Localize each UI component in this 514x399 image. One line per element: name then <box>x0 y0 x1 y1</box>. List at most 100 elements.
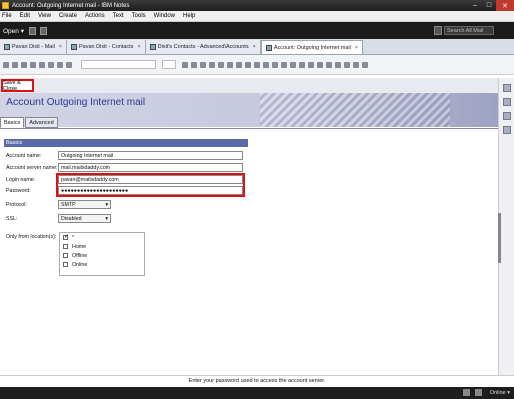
minimize-button[interactable]: – <box>468 0 482 11</box>
close-button[interactable]: ✕ <box>496 0 514 11</box>
protocol-select[interactable]: SMTP ▾ <box>58 200 111 209</box>
title-bar: Account: Outgoing Internet mail - IBM No… <box>0 0 514 11</box>
form-header-banner: Account Outgoing Internet mail <box>0 93 498 127</box>
replication-icon[interactable] <box>475 389 482 396</box>
font-size-dropdown[interactable] <box>162 60 176 69</box>
checkbox-online[interactable] <box>63 262 68 267</box>
link-icon[interactable] <box>299 61 305 68</box>
activities-icon[interactable] <box>502 112 511 120</box>
menu-window[interactable]: Window <box>154 13 175 19</box>
editing-toolbar <box>0 55 514 75</box>
outdent-icon[interactable] <box>254 61 260 68</box>
bold-icon[interactable] <box>182 61 188 68</box>
chevron-down-icon: ▾ <box>105 215 108 222</box>
cut-icon[interactable] <box>3 61 9 68</box>
account-name-field[interactable]: Outgoing Internet mail <box>58 151 243 160</box>
attach-icon[interactable] <box>326 61 332 68</box>
document-icon <box>149 44 156 50</box>
save-close-button[interactable]: Save & Close <box>1 79 34 92</box>
form-body: Basics Account name: Outgoing Internet m… <box>0 128 498 375</box>
menu-create[interactable]: Create <box>59 13 77 19</box>
tab-accounts[interactable]: Dixit's Contacts - Advanced\Accounts × <box>145 40 261 54</box>
tab-advanced[interactable]: Advanced <box>25 117 58 128</box>
status-hint: Enter your password used to access the a… <box>0 375 514 387</box>
search-scope-icon[interactable] <box>434 26 442 35</box>
menu-tools[interactable]: Tools <box>132 13 146 19</box>
style-icon[interactable] <box>353 61 359 68</box>
tab-basics[interactable]: Basics <box>0 117 25 128</box>
menu-text[interactable]: Text <box>113 13 124 19</box>
redo-icon[interactable] <box>48 61 54 68</box>
align-left-icon[interactable] <box>263 61 269 68</box>
tab-contacts[interactable]: Pavan Dixit - Contacts × <box>67 40 146 54</box>
sametime-icon[interactable] <box>502 84 511 92</box>
menu-file[interactable]: File <box>2 13 12 19</box>
open-button[interactable]: Open ▾ <box>3 27 24 35</box>
scrollbar[interactable] <box>498 213 501 263</box>
menu-bar: File Edit View Create Actions Text Tools… <box>0 11 514 22</box>
underline-icon[interactable] <box>200 61 206 68</box>
menu-actions[interactable]: Actions <box>85 13 105 19</box>
insert-icon[interactable] <box>335 61 341 68</box>
paste-icon[interactable] <box>21 61 27 68</box>
menu-help[interactable]: Help <box>183 13 195 19</box>
key-icon[interactable] <box>463 389 470 396</box>
menu-view[interactable]: View <box>38 13 51 19</box>
workspace-icon[interactable] <box>28 26 36 35</box>
maximize-button[interactable]: □ <box>482 0 496 11</box>
calendar-icon[interactable] <box>502 98 511 106</box>
close-tab-icon[interactable]: × <box>137 44 140 50</box>
tab-label: Dixit's Contacts - Advanced\Accounts <box>157 44 249 50</box>
menu-edit[interactable]: Edit <box>20 13 30 19</box>
font-dropdown[interactable] <box>81 60 156 69</box>
indent-icon[interactable] <box>245 61 251 68</box>
format-painter-icon[interactable] <box>30 61 36 68</box>
feeds-icon[interactable] <box>502 126 511 134</box>
spacing-icon[interactable] <box>362 61 368 68</box>
highlight-icon[interactable] <box>209 61 215 68</box>
table-icon[interactable] <box>308 61 314 68</box>
italic-icon[interactable] <box>191 61 197 68</box>
justify-icon[interactable] <box>290 61 296 68</box>
close-tab-icon[interactable]: × <box>59 44 62 50</box>
tab-label: Pavan Dixit - Contacts <box>79 44 134 50</box>
image-icon[interactable] <box>317 61 323 68</box>
ssl-select[interactable]: Disabled ▾ <box>58 214 111 223</box>
bullets-icon[interactable] <box>227 61 233 68</box>
list-item[interactable]: Home <box>60 242 144 251</box>
tab-mail[interactable]: Pavan Dixit - Mail × <box>0 40 68 54</box>
align-right-icon[interactable] <box>281 61 287 68</box>
login-label: Login name: <box>6 176 36 183</box>
list-item[interactable]: Online <box>60 260 144 269</box>
text-color-icon[interactable] <box>218 61 224 68</box>
list-item[interactable]: Offline <box>60 251 144 260</box>
close-tab-icon[interactable]: × <box>253 44 256 50</box>
ssl-label: SSL: <box>6 215 18 222</box>
tab-label: Account: Outgoing Internet mail <box>273 44 351 51</box>
search-input[interactable]: Search All Mail <box>444 26 494 35</box>
properties-icon[interactable] <box>344 61 350 68</box>
home-icon[interactable] <box>39 26 47 35</box>
location-status[interactable]: Online ▾ <box>490 390 510 396</box>
undo-icon[interactable] <box>39 61 45 68</box>
server-field[interactable]: mail.mailsdaddy.com <box>58 163 243 172</box>
checkbox-any[interactable] <box>63 233 69 240</box>
checkbox-home[interactable] <box>63 244 68 249</box>
copy-icon[interactable] <box>12 61 18 68</box>
spellcheck-icon[interactable] <box>66 61 72 68</box>
section-header: Basics <box>4 139 248 147</box>
checkbox-offline[interactable] <box>63 253 68 258</box>
list-item[interactable]: * <box>60 233 144 242</box>
chevron-down-icon: ▾ <box>105 201 108 208</box>
print-icon[interactable] <box>57 61 63 68</box>
tab-strip: Pavan Dixit - Mail × Pavan Dixit - Conta… <box>0 39 514 55</box>
tab-account-outgoing[interactable]: Account: Outgoing Internet mail × <box>260 40 364 54</box>
numbering-icon[interactable] <box>236 61 242 68</box>
close-tab-icon[interactable]: × <box>355 45 358 51</box>
align-center-icon[interactable] <box>272 61 278 68</box>
action-bar: Save & Close <box>0 78 498 93</box>
protocol-row: Protocol: SMTP ▾ <box>6 200 256 209</box>
banner-pattern <box>260 93 450 127</box>
open-toolbar: Open ▾ Search All Mail <box>0 22 514 39</box>
location-list: * Home Offline Online <box>59 232 145 276</box>
